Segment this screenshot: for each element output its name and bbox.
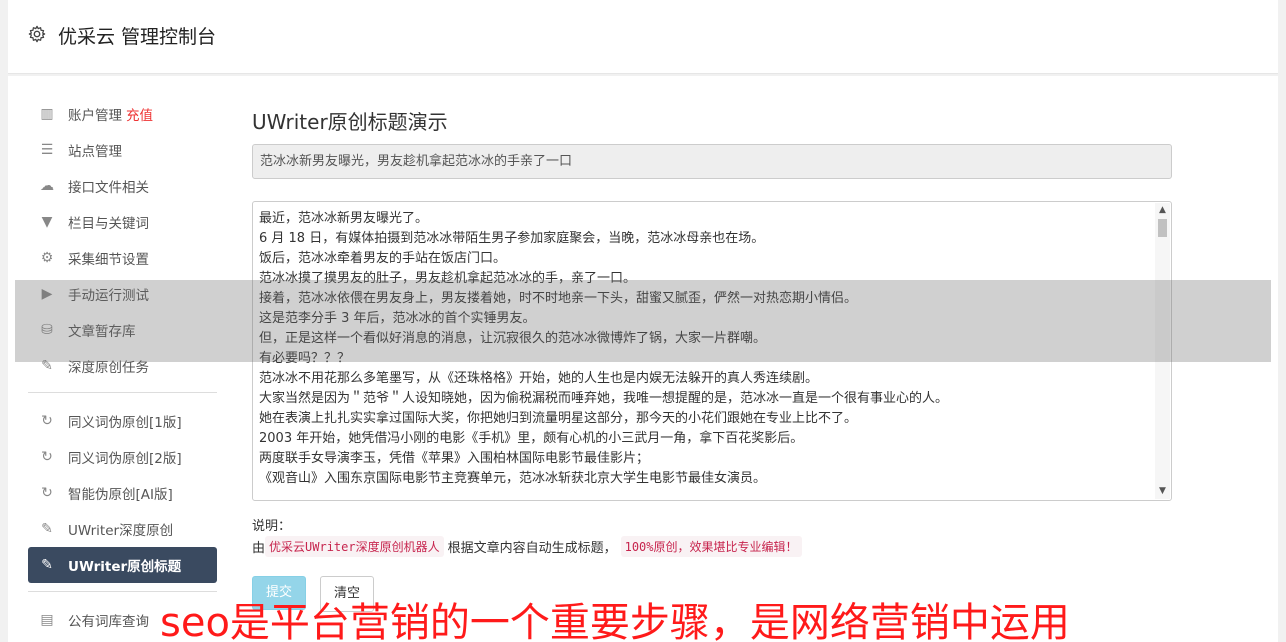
note-middle: 根据文章内容自动生成标题， [447,541,617,556]
sidebar-divider [28,392,217,393]
refresh-icon: ↻ [41,449,53,465]
note-highlight: 100%原创，效果堪比专业编辑！ [620,536,802,557]
sidebar-item-label: 接口文件相关 [68,180,149,196]
sidebar-item-label: 账户管理 [68,108,122,124]
scroll-thumb[interactable] [1158,219,1167,237]
sidebar-item[interactable]: ↻ 同义词伪原创[2版] [28,439,217,475]
refresh-icon: ↻ [41,485,53,501]
sidebar-item[interactable]: ☰ 站点管理 [28,132,217,168]
sidebar-item[interactable]: ↻ 智能伪原创[AI版] [28,475,217,511]
book-icon: ▤ [40,612,54,628]
app-title: 优采云 管理控制台 [58,26,217,48]
page: 优采云 管理控制台 ▥ 账户管理 充值 ☰ 站点管理 ☁ 接口文件相关 ▼ 栏目与关键词 ⚙ 采集细… [0,0,1286,642]
sidebar-item-label: 公有词库查询 [68,614,149,630]
sidebar-item-label: 智能伪原创[AI版] [68,487,173,503]
edit-icon: ✎ [41,521,53,537]
sidebar-item[interactable]: ✎ UWriter深度原创 [28,511,217,547]
sidebar-item-label: 栏目与关键词 [68,216,149,232]
sidebar-item-label: 采集细节设置 [68,252,149,268]
article-line: 饭后，范冰冰牵着男友的手站在饭店门口。 [259,251,507,266]
cogs-icon: ⚙ [40,250,54,266]
top-bar: 优采云 管理控制台 [8,0,1278,74]
article-line: 最近，范冰冰新男友曝光了。 [259,211,429,226]
recharge-link[interactable]: 充值 [126,104,153,124]
sidebar: ▥ 账户管理 充值 ☰ 站点管理 ☁ 接口文件相关 ▼ 栏目与关键词 ⚙ 采集细节设置 ▶ 手动运行测试… [28,96,217,638]
sidebar-divider [28,591,217,592]
article-line: 她在表演上扎扎实实拿过国际大奖，你把她归到流量明星这部分，那今天的小花们跟她在专… [259,411,858,426]
overlay-band [15,280,1271,362]
server-icon: ☰ [40,142,54,158]
sidebar-item-label: 同义词伪原创[2版] [68,451,182,467]
article-line: 范冰冰不用花那么多笔墨写，从《还珠格格》开始，她的人生也是内娱无法躲开的真人秀连… [259,371,819,386]
article-line: 大家当然是因为＂范爷＂人设知晓她，因为偷税漏税而唾弃她，我唯一想提醒的是，范冰冰… [259,391,949,406]
note-prefix: 由 [252,541,266,556]
sidebar-item-label: 同义词伪原创[1版] [68,415,182,431]
note-text: 由 优采云UWriter深度原创机器人 根据文章内容自动生成标题， 100%原创… [252,536,802,557]
sidebar-item-label: UWriter原创标题 [68,559,182,575]
filter-icon: ▼ [41,214,53,230]
sidebar-item-label: 站点管理 [68,144,122,160]
watermark-text: seo是平台营销的一个重要步骤，是网络营销中运用 [160,600,1070,642]
refresh-icon: ↻ [41,413,53,429]
article-line: 6 月 18 日，有媒体拍摄到范冰冰带陌生男子参加家庭聚会，当晚，范冰冰母亲也在… [259,231,765,246]
article-line: 《观音山》入围东京国际电影节主竞赛单元，范冰冰斩获北京大学生电影节最佳女演员。 [259,471,767,486]
cloud-upload-icon: ☁ [40,178,54,194]
sidebar-item[interactable]: ▥ 账户管理 充值 [28,96,217,132]
gear-icon [28,25,46,43]
sidebar-item[interactable]: ☁ 接口文件相关 [28,168,217,204]
sidebar-item-label: UWriter深度原创 [68,523,174,539]
note-label: 说明： [252,519,292,534]
generated-title-field[interactable]: 范冰冰新男友曝光，男友趁机拿起范冰冰的手亲了一口 [252,144,1172,179]
sidebar-item[interactable]: ✎ UWriter原创标题 [28,547,217,583]
article-line: 2003 年开始，她凭借冯小刚的电影《手机》里，颇有心机的小三武月一角，拿下百花… [259,431,804,446]
scroll-up-icon[interactable]: ▲ [1155,203,1170,218]
scroll-down-icon[interactable]: ▼ [1155,484,1170,499]
bar-chart-icon: ▥ [40,106,54,122]
page-title: UWriter原创标题演示 [252,110,448,134]
note-robot-name: 优采云UWriter深度原创机器人 [265,536,444,557]
sidebar-item[interactable]: ⚙ 采集细节设置 [28,240,217,276]
edit-icon: ✎ [41,557,53,573]
article-line: 两度联手女导演李玉，凭借《苹果》入围柏林国际电影节最佳影片； [259,451,650,466]
sidebar-item[interactable]: ↻ 同义词伪原创[1版] [28,403,217,439]
sidebar-item[interactable]: ▼ 栏目与关键词 [28,204,217,240]
